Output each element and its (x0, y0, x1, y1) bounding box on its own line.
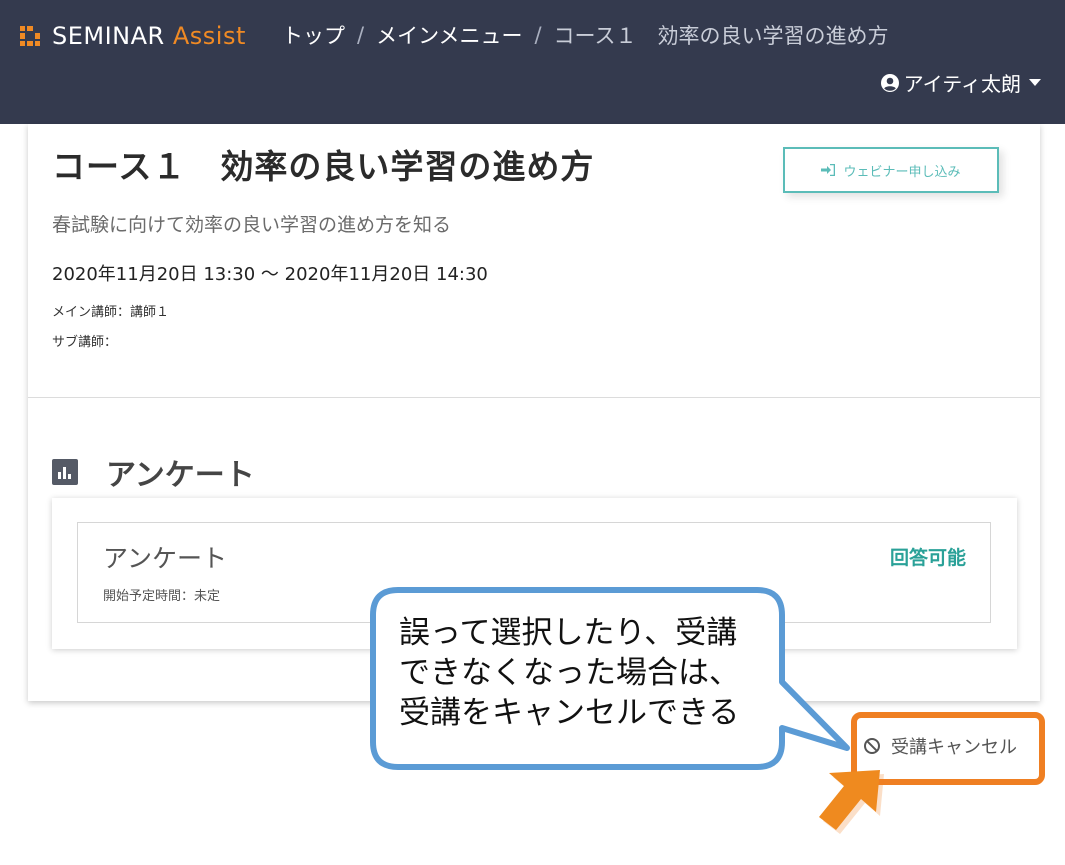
survey-name: アンケート (103, 544, 228, 573)
breadcrumb: トップ / メインメニュー / コース１ 効率の良い学習の進め方 (282, 20, 888, 50)
survey-status-badge: 回答可能 (889, 547, 966, 569)
breadcrumb-separator: / (534, 23, 542, 47)
user-name: アイティ太朗 (903, 72, 1021, 96)
sub-lecturer: サブ講師： (52, 335, 118, 350)
top-navigation-bar: SEMINAR Assist トップ / メインメニュー / コース１ 効率の良… (0, 0, 1065, 124)
sign-in-icon (821, 164, 836, 176)
highlight-frame (851, 712, 1045, 785)
main-lecturer: メイン講師：講師１ (52, 305, 170, 320)
survey-list-item[interactable]: アンケート 回答可能 開始予定時間：未定 (77, 522, 991, 623)
bar-chart-icon (52, 459, 78, 485)
survey-section-title: アンケート (106, 458, 255, 493)
webinar-apply-label: ウェビナー申し込み (843, 164, 961, 180)
breadcrumb-current-course: コース１ 効率の良い学習の進め方 (553, 24, 889, 48)
callout-text: 誤って選択したり、受講 できなくなった場合は、 受講をキャンセルできる (399, 615, 740, 731)
logo-grid-icon (20, 26, 40, 46)
divider (28, 397, 1040, 398)
user-menu[interactable]: アイティ太朗 (880, 68, 1041, 97)
survey-start-time: 開始予定時間：未定 (103, 589, 221, 604)
logo-text: SEMINAR Assist (52, 22, 246, 50)
user-circle-icon (880, 73, 899, 92)
breadcrumb-top[interactable]: トップ (282, 20, 345, 50)
breadcrumb-separator: / (357, 23, 365, 47)
app-logo[interactable]: SEMINAR Assist (20, 22, 246, 50)
caret-down-icon (1029, 79, 1041, 86)
course-description: 春試験に向けて効率の良い学習の進め方を知る (52, 214, 452, 236)
course-title: コース１ 効率の良い学習の進め方 (52, 147, 595, 186)
course-datetime: 2020年11月20日 13:30 ～ 2020年11月20日 14:30 (52, 264, 488, 285)
survey-section-header: アンケート (52, 450, 255, 494)
webinar-apply-button[interactable]: ウェビナー申し込み (783, 147, 999, 193)
breadcrumb-main-menu[interactable]: メインメニュー (376, 20, 522, 50)
